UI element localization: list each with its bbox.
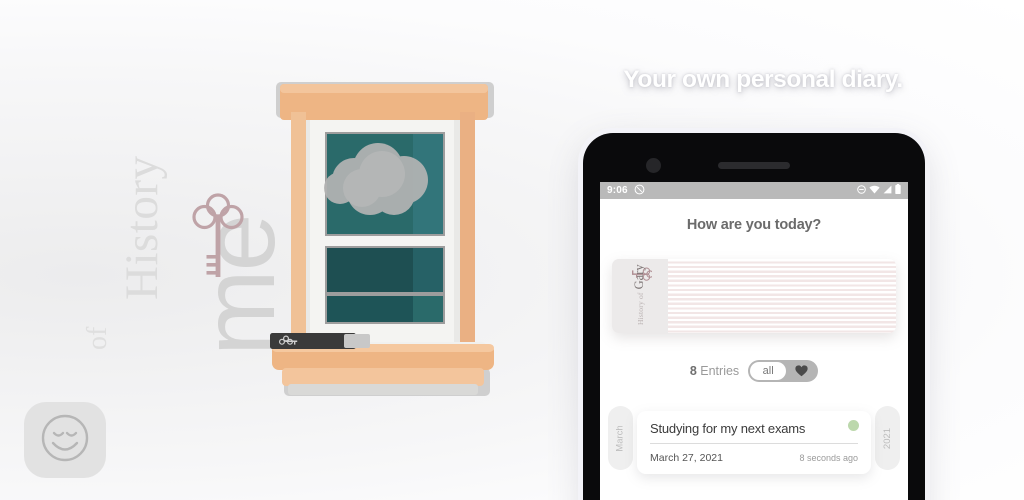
phone-mockup: 9:06 How are you today? History of Gary …	[583, 133, 925, 500]
book-spine-name: Gary	[632, 264, 646, 290]
page-title: Your own personal diary.	[623, 66, 903, 93]
entry-mood-dot	[848, 420, 859, 431]
battery-icon	[895, 184, 901, 197]
brand-word-of: of	[82, 326, 113, 350]
window-illustration	[258, 76, 508, 401]
entry-list: March Studying for my next exams March 2…	[600, 406, 908, 500]
entries-count-label: Entries	[700, 364, 740, 378]
rotation-lock-icon	[634, 184, 645, 198]
app-heading: How are you today?	[686, 217, 822, 233]
app-content: How are you today? History of Gary 8 Ent…	[600, 199, 908, 500]
key-icon	[192, 193, 244, 290]
year-tab[interactable]: 2021	[875, 406, 900, 470]
mood-badge[interactable]	[24, 402, 106, 478]
filter-all-option[interactable]: all	[750, 362, 787, 380]
status-bar: 9:06	[600, 182, 908, 199]
entry-relative-time: 8 seconds ago	[799, 453, 858, 463]
book-spine-history: History of	[636, 292, 645, 325]
entries-summary-row: 8 Entries all	[600, 360, 908, 382]
status-icons	[857, 184, 901, 197]
entries-count-number: 8	[689, 364, 697, 378]
status-time: 9:06	[607, 185, 628, 196]
wifi-icon	[869, 185, 880, 197]
month-tab-label: March	[615, 424, 626, 452]
entries-filter-toggle[interactable]: all	[748, 360, 819, 382]
signal-icon	[883, 185, 892, 197]
do-not-disturb-icon	[857, 184, 866, 197]
year-tab-label: 2021	[881, 427, 893, 449]
phone-camera-icon	[646, 158, 661, 173]
smiley-face-icon	[39, 412, 91, 469]
entry-card[interactable]: Studying for my next exams March 27, 202…	[637, 411, 871, 474]
entry-date: March 27, 2021	[650, 452, 723, 464]
entries-count: 8 Entries	[690, 364, 739, 378]
entry-meta: March 27, 2021 8 seconds ago	[650, 452, 858, 464]
entry-title: Studying for my next exams	[650, 421, 806, 436]
brand-word-history: History	[116, 155, 168, 301]
entry-divider	[650, 443, 858, 444]
heart-icon[interactable]	[786, 365, 816, 377]
book-spine: History of Gary	[612, 259, 668, 333]
phone-speaker-grille	[718, 162, 790, 169]
phone-screen: 9:06 How are you today? History of Gary …	[600, 182, 908, 500]
month-tab[interactable]: March	[608, 406, 633, 470]
diary-book-card[interactable]: History of Gary	[612, 259, 896, 333]
book-spine-text: History of Gary	[632, 264, 647, 325]
book-pages	[668, 259, 896, 333]
